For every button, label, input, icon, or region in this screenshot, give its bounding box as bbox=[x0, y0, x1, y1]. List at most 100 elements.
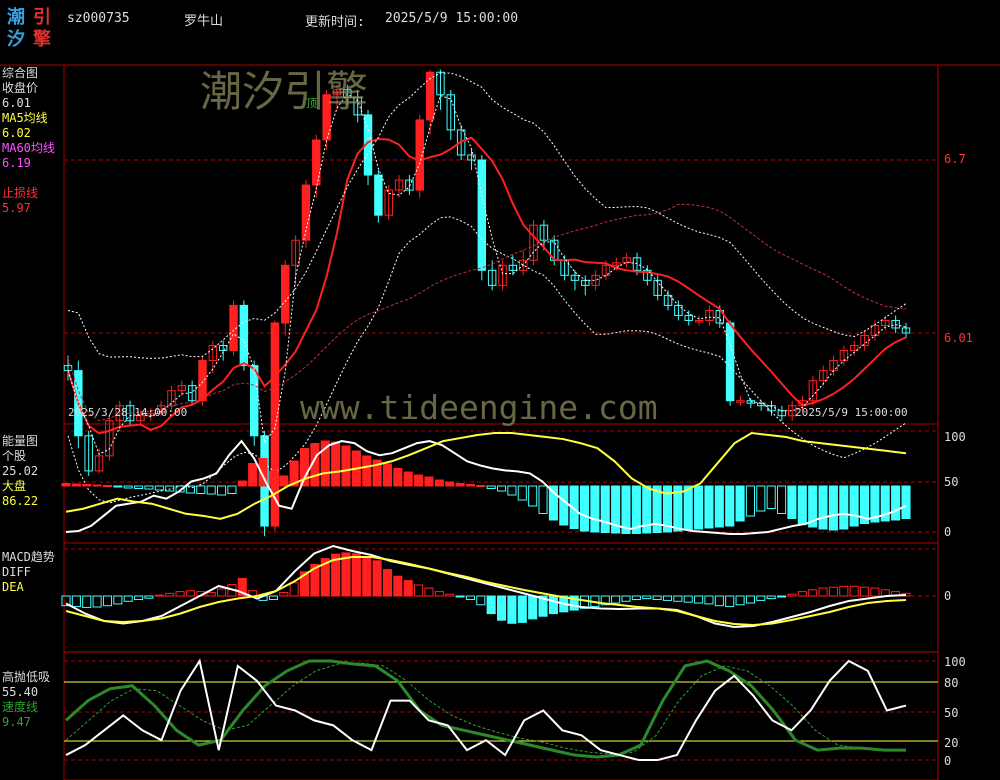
watermark-title: 潮汐引擎 bbox=[200, 67, 369, 116]
energy-bar bbox=[217, 485, 227, 496]
candle-body bbox=[281, 264, 290, 324]
energy-bar bbox=[528, 485, 538, 507]
energy-bar bbox=[891, 485, 901, 521]
energy-bar bbox=[445, 481, 455, 487]
energy-bar bbox=[248, 463, 258, 487]
energy-market-line bbox=[65, 431, 907, 520]
energy-bar bbox=[92, 484, 102, 487]
energy-bar bbox=[154, 485, 164, 491]
energy-bar bbox=[559, 485, 569, 526]
candle-body bbox=[312, 139, 321, 186]
macd-bar bbox=[92, 595, 102, 608]
main-legend-item: 6.19 bbox=[2, 156, 31, 170]
energy-legend-item: 大盘 bbox=[2, 479, 27, 493]
lowbuy-legend-item: 速度线 bbox=[2, 700, 39, 714]
watermark-url: www.tideengine.com bbox=[300, 388, 658, 427]
macd-bar bbox=[828, 586, 838, 597]
candle-body bbox=[425, 71, 435, 121]
energy-bar bbox=[227, 485, 237, 494]
macd-bar bbox=[434, 591, 444, 597]
energy-bar bbox=[279, 475, 289, 487]
macd-bar bbox=[134, 595, 144, 601]
macd-bar bbox=[206, 591, 216, 597]
lowbuy-legend-item: 55.40 bbox=[2, 685, 39, 699]
energy-bar bbox=[704, 485, 714, 529]
lowbuy-legend-item: 9.47 bbox=[2, 715, 31, 729]
macd-bar bbox=[476, 595, 486, 606]
energy-bar bbox=[507, 485, 517, 496]
energy-bar bbox=[71, 483, 81, 487]
macd-bar bbox=[102, 595, 113, 607]
marker-top: 顶 bbox=[306, 97, 317, 110]
macd-bar bbox=[548, 595, 558, 615]
lowbuy-tick-80: 80 bbox=[944, 676, 959, 690]
macd-legend-item: DEA bbox=[2, 580, 24, 594]
energy-bar bbox=[828, 485, 838, 531]
macd-bar bbox=[445, 593, 455, 597]
macd-bar bbox=[113, 595, 123, 605]
energy-legend-item: 86.22 bbox=[2, 494, 39, 508]
macd-bar bbox=[71, 595, 81, 608]
macd-bar bbox=[714, 595, 724, 607]
energy-legend-item: 能量图 bbox=[2, 434, 39, 448]
macd-bar bbox=[185, 590, 195, 597]
macd-bar bbox=[662, 595, 673, 601]
macd-bar bbox=[745, 595, 755, 604]
energy-bar bbox=[268, 470, 278, 487]
main-legend-item: 6.01 bbox=[2, 96, 31, 110]
energy-bar bbox=[725, 485, 735, 527]
macd-bar bbox=[362, 555, 372, 597]
macd-bar bbox=[818, 587, 828, 597]
candle-body bbox=[725, 322, 735, 402]
macd-diff-line bbox=[65, 544, 907, 629]
candle-body bbox=[239, 304, 249, 367]
macd-bar bbox=[797, 591, 807, 597]
macd-bar bbox=[123, 595, 133, 602]
energy-bar bbox=[196, 485, 206, 494]
price-level-high: 6.7 bbox=[944, 152, 966, 166]
main-legend-item: 6.02 bbox=[2, 126, 31, 140]
macd-bar bbox=[859, 586, 870, 597]
energy-tick-50: 50 bbox=[944, 475, 959, 489]
energy-bar bbox=[341, 445, 351, 487]
main-legend-item: 5.97 bbox=[2, 201, 31, 215]
lowbuy-tick-20: 20 bbox=[944, 736, 959, 750]
macd-bar bbox=[351, 553, 361, 597]
macd-bar bbox=[787, 593, 797, 597]
macd-bar bbox=[673, 595, 683, 602]
energy-bar bbox=[113, 485, 123, 488]
energy-bar bbox=[102, 485, 113, 487]
energy-bar bbox=[683, 485, 693, 531]
macd-bar bbox=[808, 589, 818, 597]
energy-bar bbox=[517, 485, 527, 501]
energy-bar bbox=[82, 484, 92, 487]
macd-bar bbox=[528, 595, 538, 620]
lowbuy-tick-100: 100 bbox=[944, 655, 966, 669]
macd-bar bbox=[403, 580, 413, 597]
energy-bar bbox=[694, 485, 704, 530]
energy-legend-item: 个股 bbox=[2, 449, 27, 463]
energy-bar bbox=[735, 485, 745, 522]
macd-bar bbox=[144, 595, 154, 599]
main-legend-item: 收盘价 bbox=[2, 81, 39, 95]
energy-bar bbox=[206, 485, 216, 495]
macd-tick-0: 0 bbox=[944, 589, 952, 603]
energy-bar bbox=[486, 485, 496, 489]
energy-bar bbox=[901, 485, 911, 519]
main-legend-item: MA60均线 bbox=[2, 141, 55, 155]
energy-bar bbox=[797, 485, 807, 524]
energy-bar bbox=[818, 485, 828, 530]
energy-bar bbox=[756, 485, 766, 512]
macd-legend-item: DIFF bbox=[2, 565, 31, 579]
macd-bar bbox=[279, 591, 289, 597]
energy-bar bbox=[766, 485, 776, 509]
macd-bar bbox=[652, 595, 662, 601]
energy-bar bbox=[590, 485, 600, 533]
macd-bar bbox=[735, 595, 745, 606]
energy-bar bbox=[600, 485, 610, 533]
lowbuy-white-line bbox=[65, 658, 907, 761]
energy-bar bbox=[403, 471, 413, 487]
energy-bar bbox=[787, 485, 797, 519]
energy-bar bbox=[465, 484, 475, 487]
macd-bar bbox=[165, 592, 175, 597]
